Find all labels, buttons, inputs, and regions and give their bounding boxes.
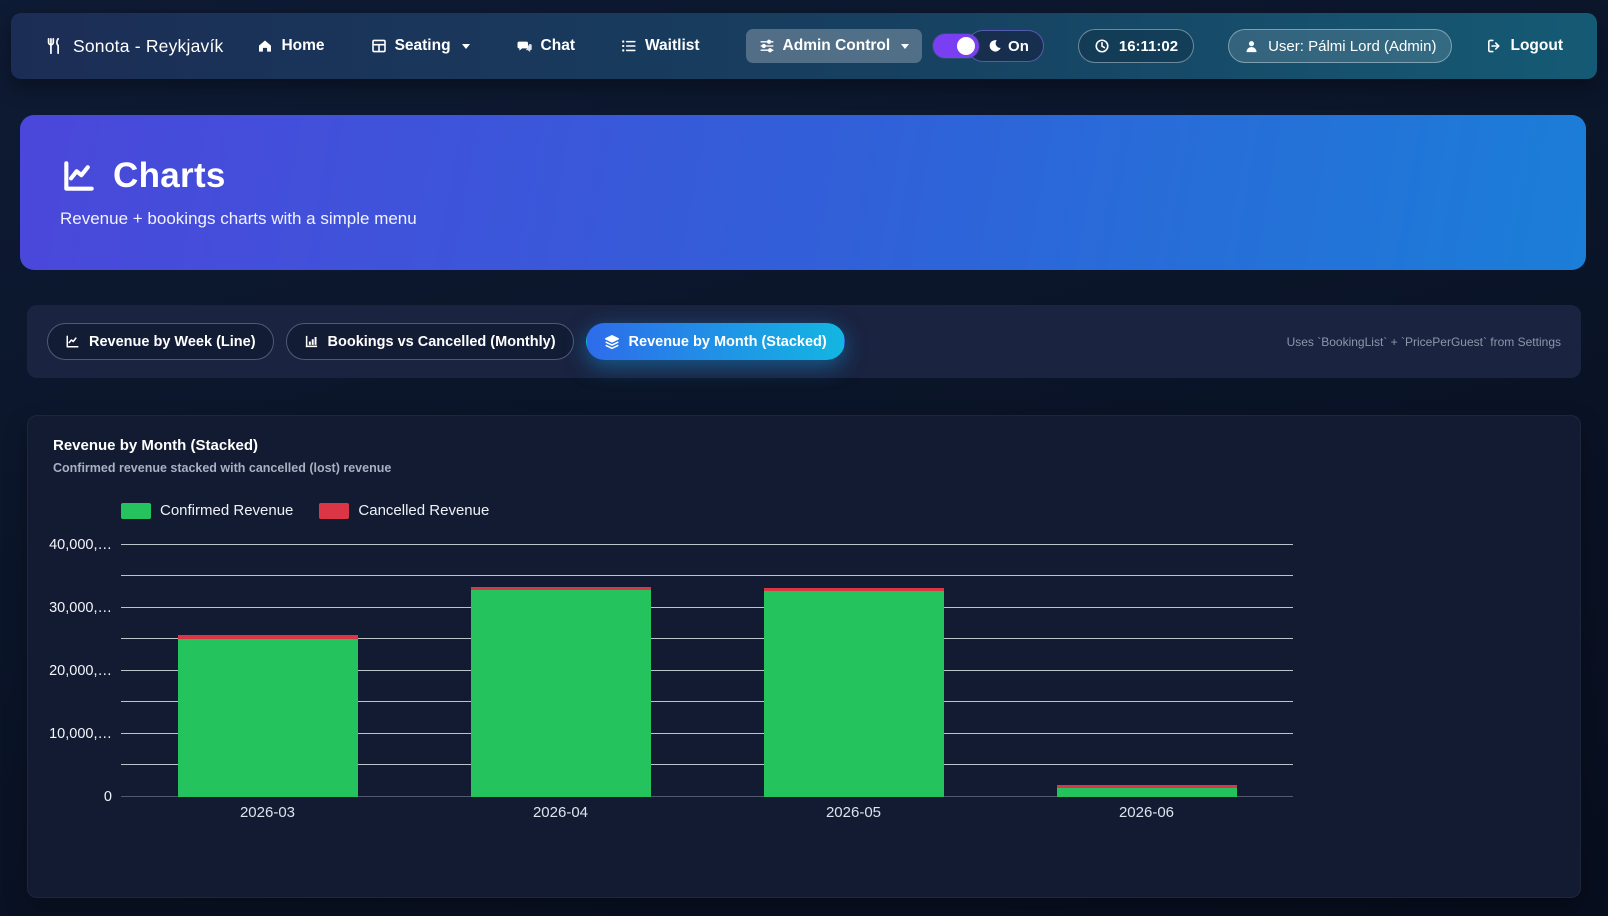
settings-note: Uses `BookingList` + `PricePerGuest` fro… [1287, 335, 1561, 349]
bar-slot [121, 532, 414, 797]
nav-right: On 16:11:02 User: Pálmi Lord (Admin) [933, 29, 1563, 63]
page-subtitle: Revenue + bookings charts with a simple … [60, 209, 1546, 229]
chevron-down-icon [901, 44, 909, 49]
nav-item-label: Home [281, 37, 324, 55]
legend-item-confirmed: Confirmed Revenue [121, 502, 293, 519]
chart-bar-icon [304, 334, 319, 349]
logout-button[interactable]: Logout [1486, 37, 1563, 55]
tab-revenue-by-week[interactable]: Revenue by Week (Line) [47, 323, 274, 360]
list-icon [621, 38, 637, 54]
confirmed-segment [178, 639, 358, 797]
legend-label: Cancelled Revenue [358, 502, 489, 519]
stacked-bar-2026-04 [471, 587, 651, 797]
page-title: Charts [113, 156, 226, 196]
x-tick-label: 2026-04 [414, 804, 707, 821]
chart-line-icon [65, 334, 80, 349]
tab-label: Bookings vs Cancelled (Monthly) [328, 334, 556, 350]
nav-item-chat[interactable]: Chat [516, 37, 575, 55]
legend-item-cancelled: Cancelled Revenue [319, 502, 489, 519]
moon-icon [988, 39, 1002, 53]
home-icon [257, 38, 273, 54]
nav-item-seating[interactable]: Seating [371, 37, 470, 55]
toggle-knob [957, 37, 975, 55]
x-tick-label: 2026-06 [1000, 804, 1293, 821]
logout-icon [1486, 38, 1502, 54]
sliders-icon [759, 38, 775, 54]
stacked-bar-2026-03 [178, 635, 358, 797]
x-axis-labels: 2026-032026-042026-052026-06 [121, 804, 1293, 821]
user-icon [1244, 39, 1259, 54]
user-label: User: Pálmi Lord (Admin) [1268, 38, 1436, 55]
y-tick-label: 0 [104, 789, 112, 805]
legend-label: Confirmed Revenue [160, 502, 293, 519]
y-tick-label: 20,000,… [49, 663, 112, 679]
stacked-bar-2026-05 [764, 588, 944, 797]
chart-legend: Confirmed Revenue Cancelled Revenue [121, 502, 1555, 519]
clock-icon [1094, 38, 1110, 54]
brand: Sonota - Reykjavík [45, 36, 223, 57]
nav-item-label: Chat [541, 37, 575, 55]
tab-label: Revenue by Month (Stacked) [629, 334, 827, 350]
logout-label: Logout [1510, 37, 1563, 55]
nav-item-admin-control[interactable]: Admin Control [746, 29, 923, 63]
bar-slot [1000, 532, 1293, 797]
confirmed-segment [471, 590, 651, 797]
y-tick-label: 40,000,… [49, 537, 112, 553]
brand-label: Sonota - Reykjavík [73, 36, 223, 57]
nav-item-home[interactable]: Home [257, 37, 324, 55]
chart-card: Revenue by Month (Stacked) Confirmed rev… [27, 415, 1581, 898]
chart-menu-bar: Revenue by Week (Line) Bookings vs Cance… [27, 305, 1581, 378]
y-tick-label: 30,000,… [49, 600, 112, 616]
nav-item-waitlist[interactable]: Waitlist [621, 37, 700, 55]
dark-mode-group: On [933, 30, 1044, 62]
confirmed-segment [764, 591, 944, 797]
chart-line-icon [60, 157, 98, 195]
chevron-down-icon [462, 44, 470, 49]
table-icon [371, 38, 387, 54]
chat-icon [516, 38, 533, 55]
user-badge: User: Pálmi Lord (Admin) [1228, 29, 1452, 63]
x-tick-label: 2026-05 [707, 804, 1000, 821]
plot-area: 010,000,…20,000,…30,000,…40,000,… [121, 532, 1293, 797]
clock-badge: 16:11:02 [1078, 29, 1194, 63]
dark-mode-label: On [1008, 38, 1029, 55]
bar-slot [414, 532, 707, 797]
chart-title: Revenue by Month (Stacked) [53, 437, 1555, 454]
tab-bookings-vs-cancelled[interactable]: Bookings vs Cancelled (Monthly) [286, 323, 574, 360]
clock-time: 16:11:02 [1119, 38, 1178, 55]
nav-links: Home Seating Chat [257, 29, 922, 63]
tab-revenue-by-month-stacked[interactable]: Revenue by Month (Stacked) [586, 323, 845, 360]
nav-item-label: Waitlist [645, 37, 700, 55]
bar-slot [707, 532, 1000, 797]
layers-icon [604, 334, 620, 350]
nav-item-label: Admin Control [783, 37, 891, 55]
tab-label: Revenue by Week (Line) [89, 334, 256, 350]
utensils-icon [45, 37, 63, 55]
dark-mode-toggle[interactable] [933, 34, 979, 58]
nav-item-label: Seating [395, 37, 451, 55]
bars-layer [121, 532, 1293, 797]
y-tick-label: 10,000,… [49, 726, 112, 742]
stacked-bar-2026-06 [1057, 785, 1237, 797]
hero-banner: Charts Revenue + bookings charts with a … [20, 115, 1586, 270]
navbar: Sonota - Reykjavík Home Seating [11, 13, 1597, 79]
chart-subtitle: Confirmed revenue stacked with cancelled… [53, 461, 1555, 475]
x-tick-label: 2026-03 [121, 804, 414, 821]
legend-swatch-cancelled [319, 503, 349, 519]
legend-swatch-confirmed [121, 503, 151, 519]
confirmed-segment [1057, 788, 1237, 797]
page-title-row: Charts [60, 156, 1546, 196]
